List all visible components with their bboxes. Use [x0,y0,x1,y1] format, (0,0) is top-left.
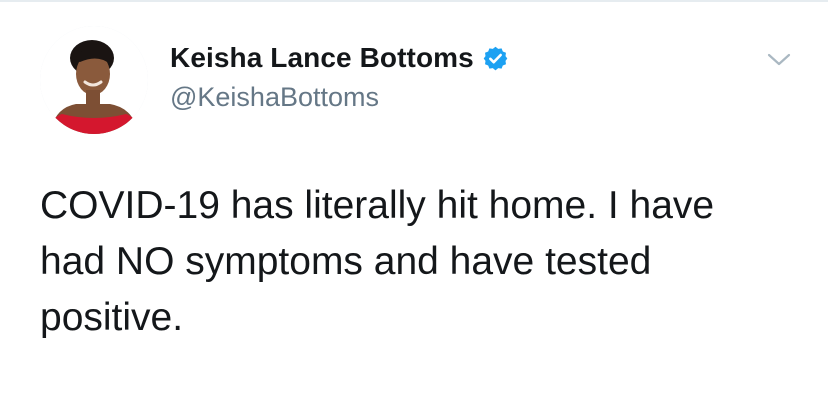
avatar[interactable] [40,26,148,134]
tweet-card: Keisha Lance Bottoms @KeishaBottoms COVI… [0,0,828,405]
author-handle[interactable]: @KeishaBottoms [170,82,509,113]
tweet-text-line: COVID-19 has literally hit home. I have [40,184,715,227]
tweet-text-line: had NO symptoms and have tested [40,240,652,283]
chevron-down-icon[interactable] [765,50,793,70]
verified-badge-icon [482,45,509,72]
author-display-name[interactable]: Keisha Lance Bottoms [170,42,474,74]
avatar-photo [40,26,148,134]
name-row: Keisha Lance Bottoms [170,40,509,76]
tweet-text: COVID-19 has literally hit home. I have … [40,178,800,346]
tweet-text-line: positive. [40,296,184,339]
tweet-header: Keisha Lance Bottoms @KeishaBottoms [170,40,509,113]
